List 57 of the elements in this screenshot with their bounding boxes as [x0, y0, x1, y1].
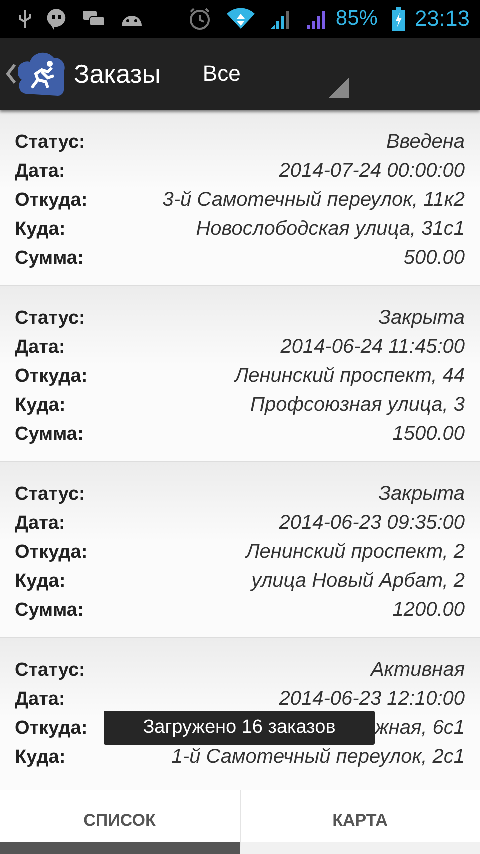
field-value: 1500.00: [392, 423, 465, 446]
field-value: 1200.00: [392, 599, 465, 622]
field-value: Введена: [386, 131, 465, 154]
screen-title: Заказы: [74, 58, 161, 90]
signal-icon: [306, 8, 328, 30]
field-value: 2014-06-24 11:45:00: [280, 336, 465, 359]
runner-logo-icon[interactable]: [18, 50, 66, 98]
field-value: 500.00: [404, 247, 465, 270]
dropdown-corner-icon: [328, 78, 349, 98]
field-value: Ленинский проспект, 44: [234, 365, 465, 388]
order-card[interactable]: Статус: Введена Дата: 2014-07-24 00:00:00 Откуда: 3-й Самотечный переулок, 11к2 Куда: Новослободская улица, 31с1 Сумма: 500.00: [0, 110, 480, 286]
field-label: Откуда:: [15, 718, 88, 740]
order-card[interactable]: Статус: Закрыта Дата: 2014-06-23 09:35:00 Откуда: Ленинский проспект, 2 Куда: улица Новый Арбат, 2 Сумма: 1200.00: [0, 462, 480, 638]
battery-percent: 85%: [336, 7, 378, 31]
battery-charging-icon: [392, 7, 405, 31]
field-value: Профсоюзная улица, 3: [250, 394, 465, 417]
field-value: 2014-07-24 00:00:00: [279, 160, 465, 183]
loaded-toast: Загружено 16 заказов: [104, 711, 375, 745]
field-label: Статус:: [15, 484, 86, 506]
field-label: Откуда:: [15, 190, 88, 212]
field-value: Активная: [370, 659, 465, 682]
field-value: 1-й Самотечный переулок, 2с1: [172, 746, 465, 769]
field-label: Куда:: [15, 746, 66, 768]
field-label: Статус:: [15, 132, 86, 154]
field-label: Куда:: [15, 218, 66, 240]
back-chevron-icon[interactable]: [6, 64, 16, 84]
field-value: 2014-06-23 09:35:00: [279, 512, 465, 535]
field-label: Статус:: [15, 660, 86, 682]
field-value: Ленинский проспект, 2: [246, 541, 465, 564]
wifi-icon: [226, 8, 256, 30]
field-value: Закрыта: [378, 483, 465, 506]
order-card[interactable]: Статус: Закрыта Дата: 2014-06-24 11:45:00 Откуда: Ленинский проспект, 44 Куда: Профсоюзная улица, 3 Сумма: 1500.00: [0, 286, 480, 462]
field-value: Новослободская улица, 31с1: [196, 218, 465, 241]
field-label: Статус:: [15, 308, 86, 330]
field-label: Сумма:: [15, 248, 84, 270]
tab[interactable]: КАРТА: [240, 790, 480, 854]
field-label: Откуда:: [15, 542, 88, 564]
field-label: Откуда:: [15, 366, 88, 388]
usb-icon: [18, 9, 32, 29]
field-label: Сумма:: [15, 424, 84, 446]
field-label: Куда:: [15, 394, 66, 416]
field-label: Дата:: [15, 688, 66, 710]
filter-dropdown[interactable]: Все: [202, 46, 349, 102]
clock-time: 23:13: [414, 6, 470, 32]
field-label: Дата:: [15, 160, 66, 182]
field-value: улица Новый Арбат, 2: [252, 570, 465, 593]
field-label: Дата:: [15, 336, 66, 358]
signal-icon: [270, 8, 292, 30]
field-value: Закрыта: [378, 307, 465, 330]
field-label: Дата:: [15, 512, 66, 534]
alarm-clock-icon: [188, 7, 212, 31]
field-value: жная, 6с1: [375, 717, 465, 740]
chat-bubble-icon: [46, 8, 68, 30]
field-label: Куда:: [15, 570, 66, 592]
field-value: 3-й Самотечный переулок, 11к2: [162, 189, 465, 212]
field-value: 2014-06-23 12:10:00: [279, 688, 465, 711]
field-label: Сумма:: [15, 600, 84, 622]
